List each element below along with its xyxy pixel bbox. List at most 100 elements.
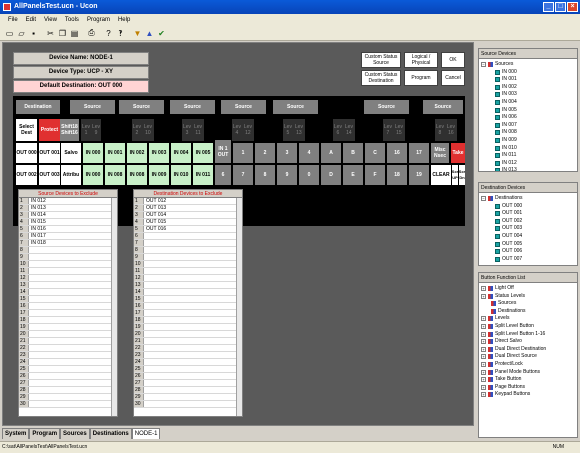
open-icon[interactable]: ▱ — [16, 28, 27, 39]
new-icon[interactable]: ▭ — [4, 28, 15, 39]
tree-item[interactable]: IN 004 — [495, 99, 517, 106]
tree-item[interactable]: IN 009 — [495, 137, 517, 144]
destination-exclude-row[interactable]: 30 — [134, 401, 242, 408]
function-item[interactable]: + Keypad Buttons — [481, 391, 530, 398]
destination-exclude-row[interactable]: 21 — [134, 338, 242, 345]
destination-exclude-row[interactable]: 22 — [134, 345, 242, 352]
source-button[interactable]: IN 009 — [149, 165, 169, 185]
save-icon[interactable]: ▪ — [28, 28, 39, 39]
function-item[interactable]: + Dual Direct Destination — [481, 346, 546, 353]
tree-item[interactable]: IN 008 — [495, 129, 517, 136]
keypad-button[interactable]: 8 — [255, 165, 275, 185]
destination-exclude-row[interactable]: 12 — [134, 275, 242, 282]
expand-icon[interactable]: + — [481, 286, 486, 291]
collapse-icon[interactable]: − — [481, 62, 486, 67]
source-exclude-row[interactable]: 15 — [19, 296, 117, 303]
destination-exclude-row[interactable]: 29 — [134, 394, 242, 401]
source-exclude-row[interactable]: 27 — [19, 380, 117, 387]
tree-item[interactable]: OUT 000 — [495, 203, 522, 210]
source-exclude-row[interactable]: 23 — [19, 352, 117, 359]
tree-item[interactable]: IN 000 — [495, 69, 517, 76]
source-exclude-row[interactable]: 22 — [19, 345, 117, 352]
expand-icon[interactable]: + — [481, 354, 486, 360]
expand-icon[interactable]: + — [481, 316, 486, 322]
menu-view[interactable]: View — [40, 14, 61, 26]
source-exclude-row[interactable]: 28 — [19, 387, 117, 394]
tree-item[interactable]: IN 002 — [495, 84, 517, 91]
function-item[interactable]: + Take Button — [481, 376, 521, 383]
collapse-icon[interactable]: − — [481, 196, 486, 201]
misc-nsec-button[interactable]: Misc Nsec — [431, 143, 449, 163]
keypad-button[interactable]: 16 — [387, 143, 407, 163]
take-button[interactable]: Take — [451, 143, 465, 163]
destination-exclude-row[interactable]: 20 — [134, 331, 242, 338]
keypad-button[interactable]: 7 — [233, 165, 253, 185]
copy-icon[interactable]: ❐ — [57, 28, 68, 39]
destination-exclude-row[interactable]: 10 — [134, 261, 242, 268]
source-exclude-row[interactable]: 1 IN 012 — [19, 198, 117, 205]
level-button-2[interactable]: Lev 2 Lev 10 — [132, 119, 154, 141]
custom-status-destination-button[interactable]: Custom Status Destination — [361, 70, 401, 86]
source-button[interactable]: IN 008 — [105, 165, 125, 185]
destination-exclude-row[interactable]: 2 OUT 013 — [134, 205, 242, 212]
source-exclude-row[interactable]: 18 — [19, 317, 117, 324]
paste-icon[interactable]: ▤ — [69, 28, 80, 39]
source-exclude-row[interactable]: 9 — [19, 254, 117, 261]
destination-exclude-row[interactable]: 14 — [134, 289, 242, 296]
destination-exclude-row[interactable]: 13 — [134, 282, 242, 289]
cut-icon[interactable]: ✂ — [45, 28, 56, 39]
tree-root[interactable]: − Sources — [481, 61, 513, 68]
source-exclude-row[interactable]: 26 — [19, 373, 117, 380]
tree-item[interactable]: IN 012 — [495, 160, 517, 167]
keypad-button[interactable]: 3 — [277, 143, 297, 163]
tree-item[interactable]: OUT 007 — [495, 256, 522, 263]
source-header-button[interactable]: Source — [70, 100, 115, 114]
function-item[interactable]: Destinations — [491, 308, 526, 315]
level-button-3[interactable]: Lev 3 Lev 11 — [182, 119, 204, 141]
source-exclude-row[interactable]: 3 IN 014 — [19, 212, 117, 219]
function-item[interactable]: + Light Off — [481, 285, 514, 292]
close-button[interactable]: × — [567, 2, 578, 12]
destination-exclude-row[interactable]: 17 — [134, 310, 242, 317]
source-exclude-row[interactable]: 7 IN 018 — [19, 240, 117, 247]
source-button[interactable]: IN 011 — [193, 165, 213, 185]
help-icon[interactable]: ? — [103, 28, 114, 39]
expand-icon[interactable]: + — [481, 339, 486, 345]
destination-exclude-row[interactable]: 25 — [134, 366, 242, 373]
destination-exclude-row[interactable]: 18 — [134, 317, 242, 324]
keypad-button[interactable]: 17 — [409, 143, 429, 163]
destination-exclude-row[interactable]: 16 — [134, 303, 242, 310]
scrollbar[interactable] — [111, 198, 117, 416]
tab-sources[interactable]: Sources — [60, 428, 90, 439]
upload-icon[interactable]: ▲ — [144, 28, 155, 39]
keypad-button[interactable]: C — [365, 143, 385, 163]
tree-item[interactable]: IN 010 — [495, 145, 517, 152]
source-exclude-row[interactable]: 4 IN 015 — [19, 219, 117, 226]
expand-icon[interactable]: + — [481, 331, 486, 337]
level-button-6[interactable]: Lev 6 Lev 14 — [333, 119, 355, 141]
tree-item[interactable]: OUT 006 — [495, 248, 522, 255]
destination-exclude-row[interactable]: 6 — [134, 233, 242, 240]
source-button[interactable]: IN 004 — [171, 143, 191, 163]
source-button[interactable]: IN 005 — [193, 143, 213, 163]
salvo-button[interactable]: Salvo — [61, 143, 81, 163]
destination-button[interactable]: OUT 002 — [16, 165, 37, 185]
protect-button[interactable]: Protect — [39, 119, 60, 141]
destination-exclude-row[interactable]: 15 — [134, 296, 242, 303]
source-exclude-row[interactable]: 6 IN 017 — [19, 233, 117, 240]
source-header-button[interactable]: Source — [273, 100, 318, 114]
source-exclude-row[interactable]: 30 — [19, 401, 117, 408]
source-button[interactable]: IN 001 — [105, 143, 125, 163]
shift-button[interactable]: Shift18 Shift16 — [60, 119, 79, 141]
source-button[interactable]: IN 010 — [171, 165, 191, 185]
tree-item[interactable]: IN 006 — [495, 114, 517, 121]
tree-item[interactable]: IN 005 — [495, 107, 517, 114]
source-exclude-row[interactable]: 29 — [19, 394, 117, 401]
destination-exclude-row[interactable]: 3 OUT 014 — [134, 212, 242, 219]
function-item[interactable]: + Panel Mode Buttons — [481, 369, 540, 376]
destination-header-button[interactable]: Destination — [16, 100, 60, 114]
function-item[interactable]: + Split Level Button — [481, 323, 534, 330]
function-item[interactable]: + Split Level Button 1-16 — [481, 331, 545, 338]
destination-exclude-row[interactable]: 19 — [134, 324, 242, 331]
function-item[interactable]: + Page Buttons — [481, 384, 525, 391]
